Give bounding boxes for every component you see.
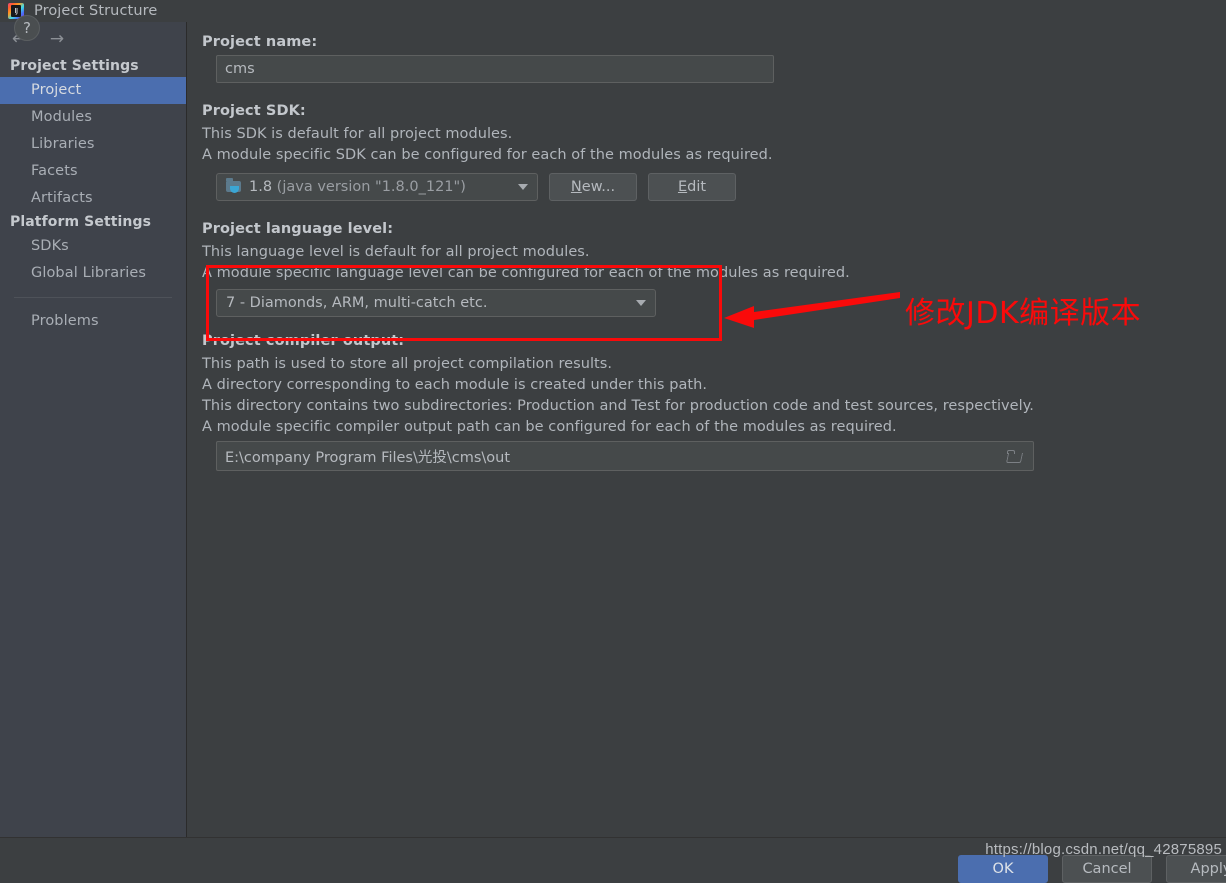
apply-button[interactable]: Apply [1166, 855, 1226, 883]
annotation-text: 修改JDK编译版本 [905, 296, 1142, 331]
compiler-output-description-2: A directory corresponding to each module… [202, 377, 708, 393]
language-level-description-1: This language level is default for all p… [202, 244, 590, 260]
edit-button-mnemonic: E [677, 179, 688, 195]
sidebar-item-project[interactable]: Project [0, 77, 186, 104]
sidebar-item-sdks[interactable]: SDKs [0, 233, 186, 260]
compiler-output-description-4: A module specific compiler output path c… [202, 419, 897, 435]
watermark-url: https://blog.csdn.net/qq_42875895 [985, 841, 1222, 858]
settings-sidebar: ← → Project Settings Project Modules Lib… [0, 22, 187, 837]
project-language-level-combo[interactable]: 7 - Diamonds, ARM, multi-catch etc. [216, 289, 656, 317]
project-sdk-combo[interactable]: 1.8 (java version "1.8.0_121") [216, 173, 538, 201]
arrow-right-icon[interactable]: → [46, 28, 68, 50]
compiler-output-path-input[interactable]: E:\company Program Files\光投\cms\out [216, 441, 1034, 471]
project-language-level-label: Project language level: [202, 221, 394, 237]
project-name-label: Project name: [202, 34, 318, 50]
project-sdk-label: Project SDK: [202, 103, 306, 119]
edit-sdk-button[interactable]: Edit [648, 173, 736, 201]
sidebar-divider [14, 297, 172, 298]
project-language-level-value: 7 - Diamonds, ARM, multi-catch etc. [226, 295, 488, 311]
sidebar-item-artifacts[interactable]: Artifacts [0, 185, 186, 212]
sidebar-group-project-settings: Project Settings [10, 58, 139, 74]
intellij-idea-logo-icon: IJ [8, 3, 24, 19]
chevron-down-icon [518, 184, 528, 190]
new-button-mnemonic: N [570, 179, 582, 195]
logo-letters: IJ [14, 7, 18, 15]
window-title: Project Structure [34, 3, 158, 19]
project-name-input[interactable]: cms [216, 55, 774, 83]
chevron-down-icon [636, 300, 646, 306]
sidebar-item-problems[interactable]: Problems [0, 308, 186, 335]
compiler-output-description-1: This path is used to store all project c… [202, 356, 613, 372]
project-compiler-output-label: Project compiler output: [202, 333, 405, 349]
sidebar-item-modules[interactable]: Modules [0, 104, 186, 131]
project-sdk-description-1: This SDK is default for all project modu… [202, 126, 513, 142]
ok-button[interactable]: OK [958, 855, 1048, 883]
new-button-rest: ew... [581, 179, 616, 195]
sidebar-item-global-libraries[interactable]: Global Libraries [0, 260, 186, 287]
project-sdk-value: 1.8 (java version "1.8.0_121") [249, 179, 512, 195]
compiler-output-path-value: E:\company Program Files\光投\cms\out [225, 449, 511, 466]
new-sdk-button[interactable]: New... [549, 173, 637, 201]
edit-button-rest: dit [687, 179, 707, 195]
sidebar-group-platform-settings: Platform Settings [10, 214, 152, 230]
sidebar-item-facets[interactable]: Facets [0, 158, 186, 185]
project-sdk-description-2: A module specific SDK can be configured … [202, 147, 773, 163]
java-sdk-folder-icon [226, 178, 242, 194]
project-sdk-detail: (java version "1.8.0_121") [276, 179, 466, 195]
language-level-description-2: A module specific language level can be … [202, 265, 850, 281]
project-sdk-version: 1.8 [249, 179, 273, 195]
project-settings-panel: Project name: cms Project SDK: This SDK … [188, 22, 1226, 837]
sidebar-item-libraries[interactable]: Libraries [0, 131, 186, 158]
cancel-button[interactable]: Cancel [1062, 855, 1152, 883]
compiler-output-description-3: This directory contains two subdirectori… [202, 398, 1034, 414]
browse-folder-icon[interactable] [1007, 449, 1023, 463]
window-title-bar: IJ Project Structure [0, 0, 1226, 22]
